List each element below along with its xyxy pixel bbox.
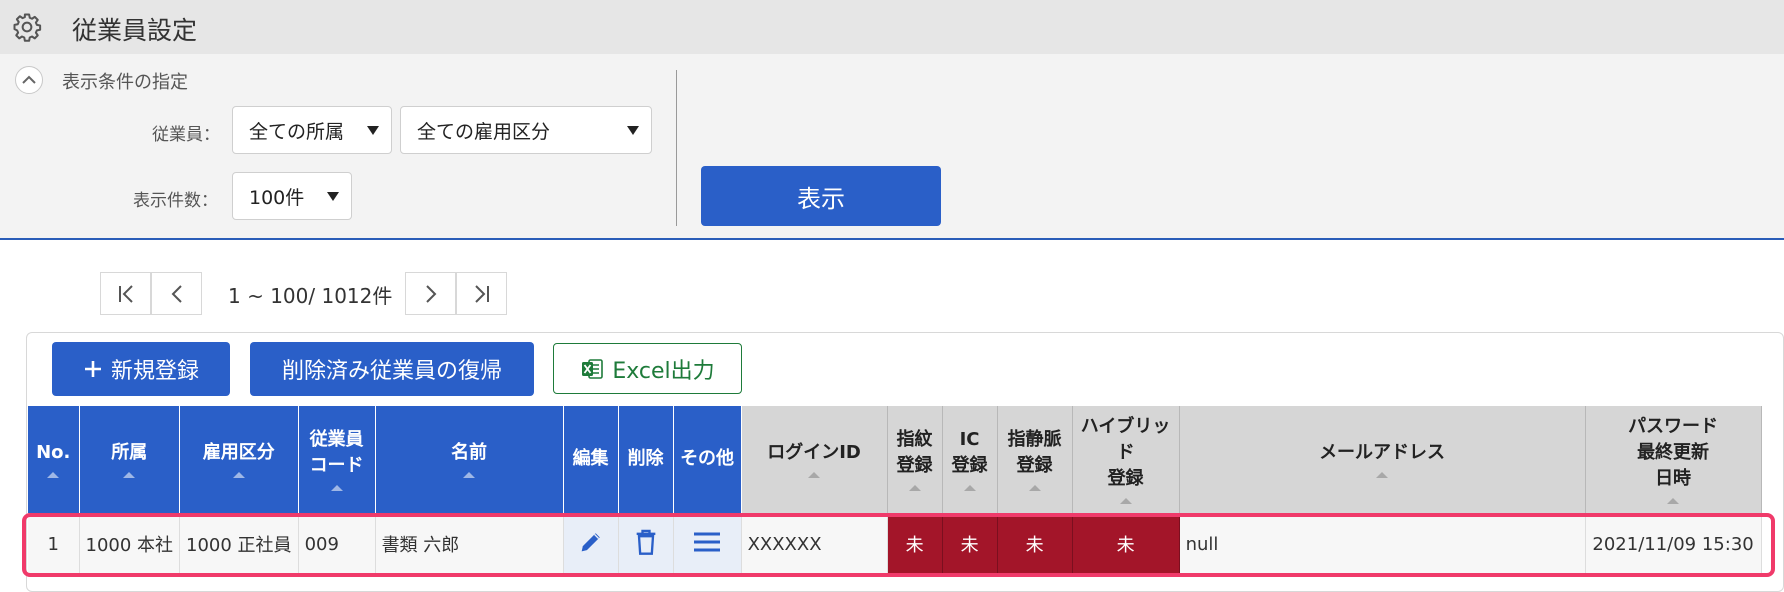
next-page-button[interactable]: [405, 272, 456, 315]
other-menu-button[interactable]: [673, 512, 742, 575]
col-header-edit: 編集: [563, 406, 619, 513]
sort-icon: [963, 485, 976, 492]
cell-finger-vein-status: 未: [997, 512, 1073, 575]
col-header-no[interactable]: No.: [28, 406, 80, 513]
col-header-other: その他: [673, 406, 742, 513]
gear-icon: [13, 13, 42, 42]
col-header-affiliation[interactable]: 所属: [79, 406, 181, 513]
last-page-button[interactable]: [456, 272, 507, 315]
display-count-select[interactable]: 100件: [232, 172, 352, 220]
first-page-icon: [118, 284, 133, 303]
prev-page-button[interactable]: [151, 272, 202, 315]
col-header-email[interactable]: メールアドレス: [1179, 406, 1586, 513]
sort-icon: [1376, 472, 1389, 479]
cell-password-updated: 2021/11/09 15:30: [1585, 512, 1762, 575]
col-header-password-updated[interactable]: パスワード 最終更新 日時: [1585, 406, 1762, 513]
table-header-row: No. 所属 雇用区分 従業員 コード 名前 編集 削除 その他 ログインID 指…: [28, 406, 1762, 513]
plus-icon: [84, 361, 101, 377]
menu-icon: [694, 532, 721, 552]
page-title: 従業員設定: [72, 16, 198, 45]
caret-down-icon: [367, 126, 379, 135]
new-registration-label: 新規登録: [110, 359, 199, 384]
caret-down-icon: [327, 192, 339, 201]
col-header-hybrid[interactable]: ハイブリッド 登録: [1072, 406, 1180, 513]
employee-table: No. 所属 雇用区分 従業員 コード 名前 編集 削除 その他 ログインID 指…: [28, 406, 1762, 575]
employment-type-select[interactable]: 全ての雇用区分: [400, 106, 652, 154]
affiliation-select[interactable]: 全ての所属: [232, 106, 392, 154]
sort-icon: [808, 472, 821, 479]
last-page-icon: [474, 284, 489, 303]
col-header-name[interactable]: 名前: [375, 406, 564, 513]
sort-icon: [908, 485, 921, 492]
edit-button[interactable]: [563, 512, 619, 575]
delete-button[interactable]: [618, 512, 674, 575]
cell-employment-type: 1000 正社員: [179, 512, 299, 575]
chevron-left-icon: [171, 284, 182, 303]
chevron-right-icon: [425, 284, 436, 303]
sort-icon: [47, 472, 60, 479]
sort-icon: [1119, 498, 1132, 505]
excel-export-label: Excel出力: [612, 358, 715, 384]
count-label: 表示件数：: [133, 191, 218, 211]
restore-deleted-button[interactable]: 削除済み従業員の復帰: [250, 342, 534, 396]
filter-section-title: 表示条件の指定: [62, 72, 188, 93]
col-header-finger-vein[interactable]: 指静脈 登録: [997, 406, 1073, 513]
col-header-ic[interactable]: IC 登録: [942, 406, 998, 513]
cell-name: 書類 六郎: [375, 512, 564, 575]
first-page-button[interactable]: [100, 272, 151, 315]
cell-email: null: [1179, 512, 1586, 575]
new-registration-button[interactable]: 新規登録: [52, 342, 230, 396]
pagination-range: 1 ~ 100/ 1012件: [228, 284, 393, 308]
table-row[interactable]: 1 1000 本社 1000 正社員 009 書類 六郎 XXXXXX 未 未 …: [28, 512, 1762, 575]
col-header-delete: 削除: [618, 406, 674, 513]
affiliation-select-value: 全ての所属: [249, 120, 345, 143]
sort-icon: [123, 472, 136, 479]
excel-icon: [582, 358, 604, 379]
col-header-login-id[interactable]: ログインID: [741, 406, 888, 513]
sort-icon: [232, 472, 245, 479]
count-select-value: 100件: [249, 186, 305, 209]
cell-login-id: XXXXXX: [741, 512, 888, 575]
chevron-up-icon: [22, 75, 36, 84]
employee-label: 従業員：: [152, 125, 220, 145]
cell-employee-code: 009: [298, 512, 376, 575]
cell-no: 1: [28, 512, 80, 575]
employment-select-value: 全ての雇用区分: [417, 120, 551, 143]
divider: [676, 70, 677, 226]
caret-down-icon: [627, 126, 639, 135]
trash-icon: [636, 529, 655, 555]
pencil-icon: [581, 533, 600, 552]
page-header: 従業員設定: [0, 0, 1784, 54]
col-header-employee-code[interactable]: 従業員 コード: [298, 406, 376, 513]
filter-panel: 表示条件の指定 従業員： 全ての所属 全ての雇用区分 表示件数： 100件 表示: [0, 54, 1784, 240]
col-header-fingerprint[interactable]: 指紋 登録: [887, 406, 943, 513]
cell-ic-status: 未: [942, 512, 998, 575]
sort-icon: [1667, 498, 1680, 505]
excel-export-button[interactable]: Excel出力: [553, 343, 742, 394]
cell-affiliation: 1000 本社: [79, 512, 181, 575]
cell-fingerprint-status: 未: [887, 512, 943, 575]
sort-icon: [330, 485, 343, 492]
sort-icon: [1028, 485, 1041, 492]
sort-icon: [463, 472, 476, 479]
col-header-employment-type[interactable]: 雇用区分: [179, 406, 299, 513]
collapse-button[interactable]: [15, 66, 43, 94]
show-button[interactable]: 表示: [701, 166, 941, 226]
cell-hybrid-status: 未: [1072, 512, 1180, 575]
